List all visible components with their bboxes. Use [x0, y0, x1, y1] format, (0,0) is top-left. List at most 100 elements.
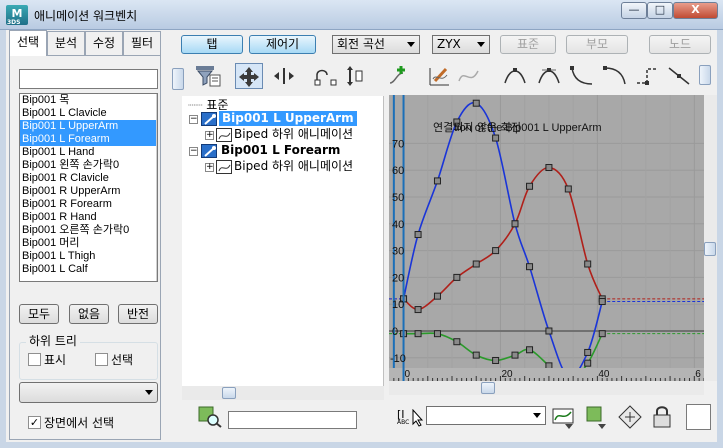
scale-keys-icon[interactable] — [313, 63, 341, 89]
tangent-linear-icon[interactable] — [666, 63, 694, 89]
controller-tree[interactable]: ┈┈ 표준 − Bip001 L UpperArm + Biped 하위 애니메… — [182, 96, 384, 386]
keyframe-point[interactable] — [453, 338, 461, 346]
bone-list-item[interactable]: Bip001 L Calf — [20, 263, 157, 276]
tab-button[interactable]: 탭 — [181, 35, 243, 54]
bone-list-item[interactable]: Bip001 L Forearm — [20, 133, 157, 146]
graph-hscroll-thumb[interactable] — [481, 382, 495, 394]
axis-order-dropdown[interactable]: ZYX — [432, 35, 490, 54]
keyframe-point[interactable] — [511, 351, 519, 359]
move-keys-icon[interactable] — [235, 63, 263, 89]
bone-list-item[interactable]: Bip001 L Thigh — [20, 250, 157, 263]
keyframe-point[interactable] — [511, 220, 519, 228]
keyframe-point[interactable] — [545, 164, 553, 172]
bottom-name-field[interactable] — [228, 411, 357, 429]
keyframe-point[interactable] — [433, 177, 441, 185]
subtree-show-checkbox[interactable] — [28, 353, 41, 366]
curve-view-icon[interactable] — [551, 404, 577, 430]
keyframe-point[interactable] — [598, 330, 606, 338]
keyframe-point[interactable] — [526, 263, 534, 271]
tangent-auto-icon[interactable] — [502, 63, 530, 89]
tree-hscroll-thumb[interactable] — [222, 387, 236, 399]
splitter-handle[interactable] — [172, 68, 184, 90]
graph-vscroll-thumb[interactable] — [704, 242, 716, 256]
tangent-slow-icon[interactable] — [602, 63, 630, 89]
tangent-custom-icon[interactable] — [536, 63, 564, 89]
graph-vscrollbar[interactable] — [704, 95, 717, 381]
collapse-icon[interactable]: − — [189, 115, 198, 124]
keyframe-point[interactable] — [584, 260, 592, 268]
tree-child-upperarm[interactable]: Biped 하위 애니메이션 — [234, 127, 353, 142]
controller-button[interactable]: 제어기 — [249, 35, 316, 54]
expand-icon[interactable]: + — [205, 163, 214, 172]
tab-select[interactable]: 선택 — [9, 30, 47, 56]
title-bar[interactable]: M 3DS 애니메이션 워크벤치 — □ X — [0, 0, 723, 30]
bone-list-item[interactable]: Bip001 오른쪽 손가락0 — [20, 224, 157, 237]
slide-keys-icon[interactable] — [271, 63, 299, 89]
bone-list-item[interactable]: Bip001 목 — [20, 94, 157, 107]
draw-curves-icon[interactable] — [427, 63, 455, 89]
tab-modify[interactable]: 수정 — [85, 31, 123, 55]
tree-hscrollbar[interactable] — [182, 386, 384, 400]
collapse-icon[interactable]: − — [189, 147, 198, 156]
keyframe-point[interactable] — [492, 247, 500, 255]
keyframe-point[interactable] — [526, 346, 534, 354]
reduce-keys-icon[interactable] — [456, 63, 484, 89]
parent-button[interactable]: 부모 — [566, 35, 628, 54]
node-button[interactable]: 노드 — [649, 35, 711, 54]
keyframe-point[interactable] — [598, 298, 606, 306]
curve-editor-graph[interactable]: 706050403020100-10-20 tion of the Bip001… — [389, 95, 704, 368]
keyframe-point[interactable] — [453, 273, 461, 281]
bone-filter-input[interactable] — [19, 69, 158, 89]
graph-hscrollbar[interactable] — [389, 381, 704, 395]
keyframe-point[interactable] — [433, 292, 441, 300]
keyframe-point[interactable] — [433, 330, 441, 338]
keyframe-point[interactable] — [564, 185, 572, 193]
keyframe-point[interactable] — [472, 99, 480, 107]
scene-select-checkbox[interactable]: ✓ — [28, 416, 41, 429]
select-all-button[interactable]: 모두 — [19, 304, 59, 324]
tangent-fast-icon[interactable] — [569, 63, 597, 89]
bone-list-item[interactable]: Bip001 R Hand — [20, 211, 157, 224]
keyframe-point[interactable] — [472, 351, 480, 359]
lock-icon[interactable] — [650, 404, 676, 430]
tab-analyze[interactable]: 분석 — [47, 31, 85, 55]
tree-node-upperarm[interactable]: Bip001 L UpperArm — [219, 111, 357, 126]
bone-list-scrollbar[interactable] — [156, 94, 157, 281]
select-none-button[interactable]: 없음 — [69, 304, 109, 324]
keyframe-point[interactable] — [545, 327, 553, 335]
bone-list-item[interactable]: Bip001 머리 — [20, 237, 157, 250]
keyframe-point[interactable] — [472, 260, 480, 268]
keyframe-point[interactable] — [584, 348, 592, 356]
toolbar-scroll-handle[interactable] — [699, 65, 711, 85]
selection-set-dropdown[interactable] — [19, 382, 158, 403]
scale-values-icon[interactable] — [341, 63, 369, 89]
bone-list-item[interactable]: Bip001 R Clavicle — [20, 172, 157, 185]
tree-node-forearm[interactable]: Bip001 L Forearm — [221, 143, 340, 158]
curve-graph-svg[interactable]: 706050403020100-10-20 tion of the Bip001… — [389, 95, 704, 368]
keyframe-point[interactable] — [414, 231, 422, 239]
tab-filter[interactable]: 필터 — [123, 31, 161, 55]
isolate-curve-icon[interactable] — [584, 404, 610, 430]
invert-selection-button[interactable]: 반전 — [118, 304, 158, 324]
expand-icon[interactable]: + — [205, 131, 214, 140]
frame-ruler[interactable]: 0 20 40 6 — [389, 368, 705, 381]
keyframe-point[interactable] — [584, 359, 592, 367]
keyframe-point[interactable] — [414, 306, 422, 314]
bone-list-item[interactable]: Bip001 L Hand — [20, 146, 157, 159]
keyframe-point[interactable] — [414, 330, 422, 338]
tree-child-forearm[interactable]: Biped 하위 애니메이션 — [234, 159, 353, 174]
maximize-button[interactable]: □ — [647, 2, 673, 19]
bottom-dropdown[interactable] — [426, 406, 546, 425]
bone-list-item[interactable]: Bip001 L UpperArm — [20, 120, 157, 133]
bone-list-item[interactable]: Bip001 R UpperArm — [20, 185, 157, 198]
subtree-select-checkbox[interactable] — [95, 353, 108, 366]
add-key-icon[interactable] — [387, 63, 415, 89]
tangent-step-icon[interactable] — [634, 63, 662, 89]
bone-list-item[interactable]: Bip001 왼쪽 손가락0 — [20, 159, 157, 172]
bone-list-item[interactable]: Bip001 R Forearm — [20, 198, 157, 211]
keyframe-point[interactable] — [526, 182, 534, 190]
bone-list[interactable]: Bip001 목 Bip001 L Clavicle Bip001 L UpperA… — [19, 93, 158, 282]
frame-view-icon[interactable] — [617, 404, 643, 430]
bottom-right-field[interactable] — [686, 404, 711, 430]
keyframe-point[interactable] — [492, 356, 500, 364]
